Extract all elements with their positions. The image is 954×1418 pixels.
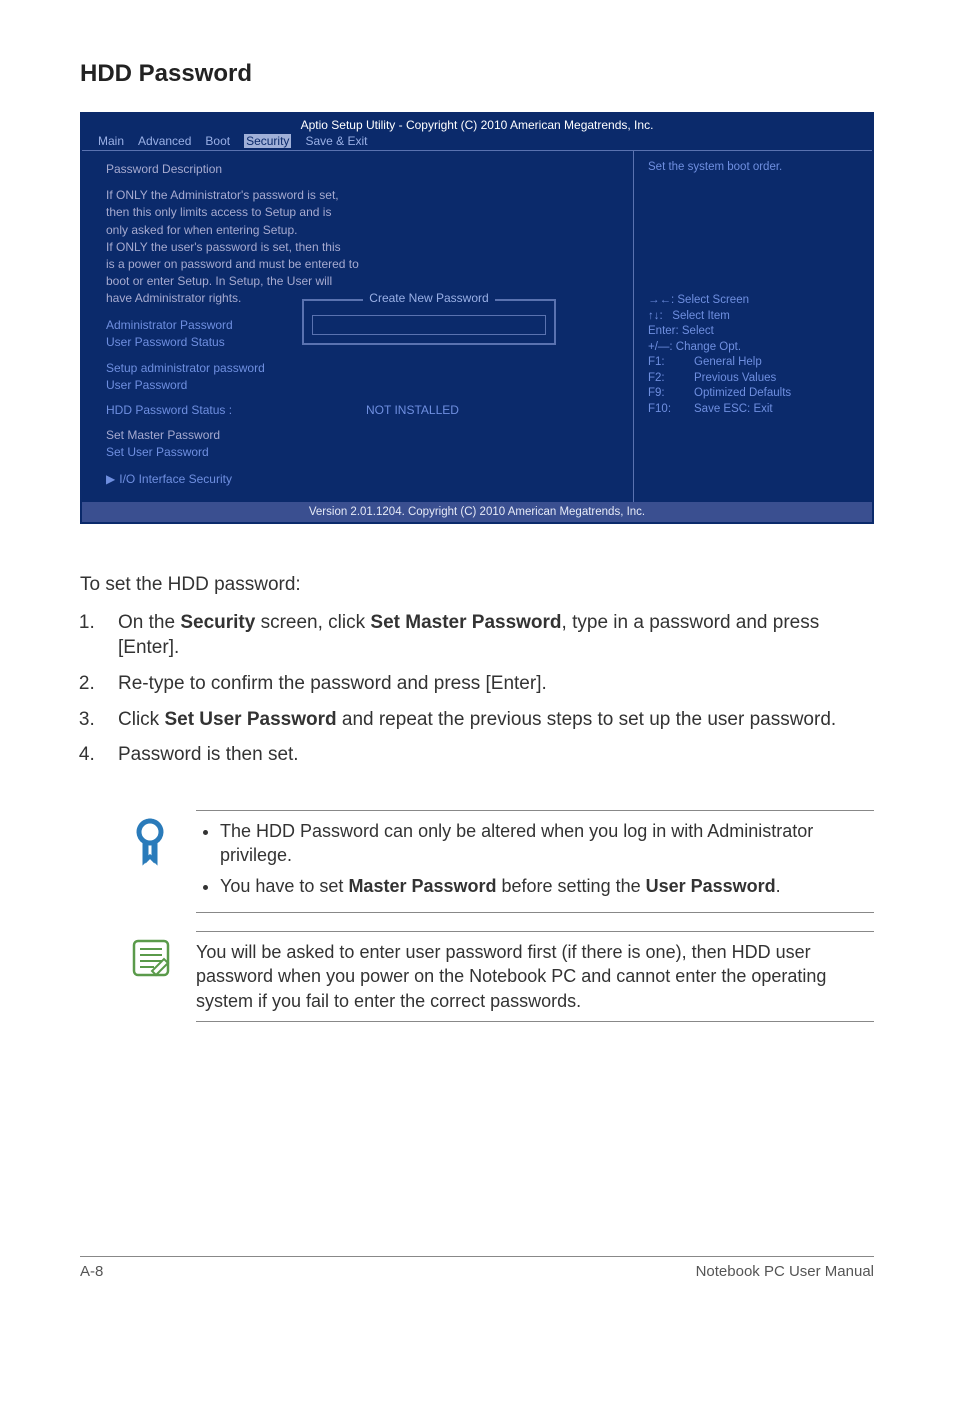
note-callout: You will be asked to enter user password… — [130, 931, 874, 1022]
setup-admin-password-item[interactable]: Setup administrator password — [106, 360, 615, 376]
bios-tabs: Main Advanced Boot Security Save & Exit — [82, 132, 872, 151]
note-text: You will be asked to enter user password… — [196, 931, 874, 1022]
important-callout: The HDD Password can only be altered whe… — [130, 810, 874, 913]
pwd-desc-line: boot or enter Setup. In Setup, the User … — [106, 273, 615, 289]
pwd-desc-line: If ONLY the user's password is set, then… — [106, 239, 615, 255]
hdd-password-status-label: HDD Password Status : — [106, 403, 366, 417]
hdd-password-status-value: NOT INSTALLED — [366, 403, 459, 417]
right-hint: Set the system boot order. — [648, 161, 858, 173]
pwd-desc-line: then this only limits access to Setup an… — [106, 204, 615, 220]
pwd-desc-line: If ONLY the Administrator's password is … — [106, 187, 615, 203]
io-interface-security-item[interactable]: ▶I/O Interface Security — [106, 471, 615, 487]
arrows-horizontal-icon: →← — [648, 294, 671, 306]
tab-boot[interactable]: Boot — [205, 134, 230, 148]
important-bullet-2: You have to set Master Password before s… — [220, 874, 874, 898]
bios-left-pane: Password Description If ONLY the Adminis… — [82, 151, 634, 502]
step-4: Password is then set. — [100, 742, 874, 768]
step-2: Re-type to confirm the password and pres… — [100, 671, 874, 697]
help-list: →←: Select Screen ↑↓: Select Item Enter:… — [648, 293, 858, 417]
tab-main[interactable]: Main — [98, 134, 124, 148]
bios-footer: Version 2.01.1204. Copyright (C) 2010 Am… — [82, 502, 872, 522]
important-bullet-1: The HDD Password can only be altered whe… — [220, 819, 874, 868]
step-3: Click Set User Password and repeat the p… — [100, 707, 874, 733]
bios-screenshot: Aptio Setup Utility - Copyright (C) 2010… — [80, 112, 874, 524]
pwd-desc-line: is a power on password and must be enter… — [106, 256, 615, 272]
popup-title: Create New Password — [363, 291, 494, 305]
page-footer: A-8 Notebook PC User Manual — [80, 1256, 874, 1280]
pwd-desc-line: only asked for when entering Setup. — [106, 222, 615, 238]
password-input[interactable] — [312, 315, 546, 335]
create-password-popup: Create New Password — [302, 299, 556, 345]
pwd-desc-title: Password Description — [106, 161, 615, 177]
tab-advanced[interactable]: Advanced — [138, 134, 191, 148]
note-icon — [130, 931, 176, 1022]
page-number: A-8 — [80, 1263, 103, 1280]
set-master-password-item[interactable]: Set Master Password — [106, 427, 615, 443]
manual-title: Notebook PC User Manual — [696, 1263, 874, 1280]
user-password-item[interactable]: User Password — [106, 377, 615, 393]
tab-save-exit[interactable]: Save & Exit — [305, 134, 367, 148]
set-user-password-item[interactable]: Set User Password — [106, 444, 615, 460]
submenu-arrow-icon: ▶ — [106, 472, 115, 486]
intro-text: To set the HDD password: — [80, 574, 874, 596]
step-1: On the Security screen, click Set Master… — [100, 610, 874, 661]
bios-right-pane: Set the system boot order. →←: Select Sc… — [634, 151, 872, 502]
steps-list: On the Security screen, click Set Master… — [80, 610, 874, 778]
bios-header: Aptio Setup Utility - Copyright (C) 2010… — [82, 114, 872, 132]
tab-security[interactable]: Security — [244, 134, 291, 148]
arrows-vertical-icon: ↑↓ — [648, 310, 660, 322]
section-title: HDD Password — [80, 60, 874, 88]
important-icon — [130, 810, 176, 913]
